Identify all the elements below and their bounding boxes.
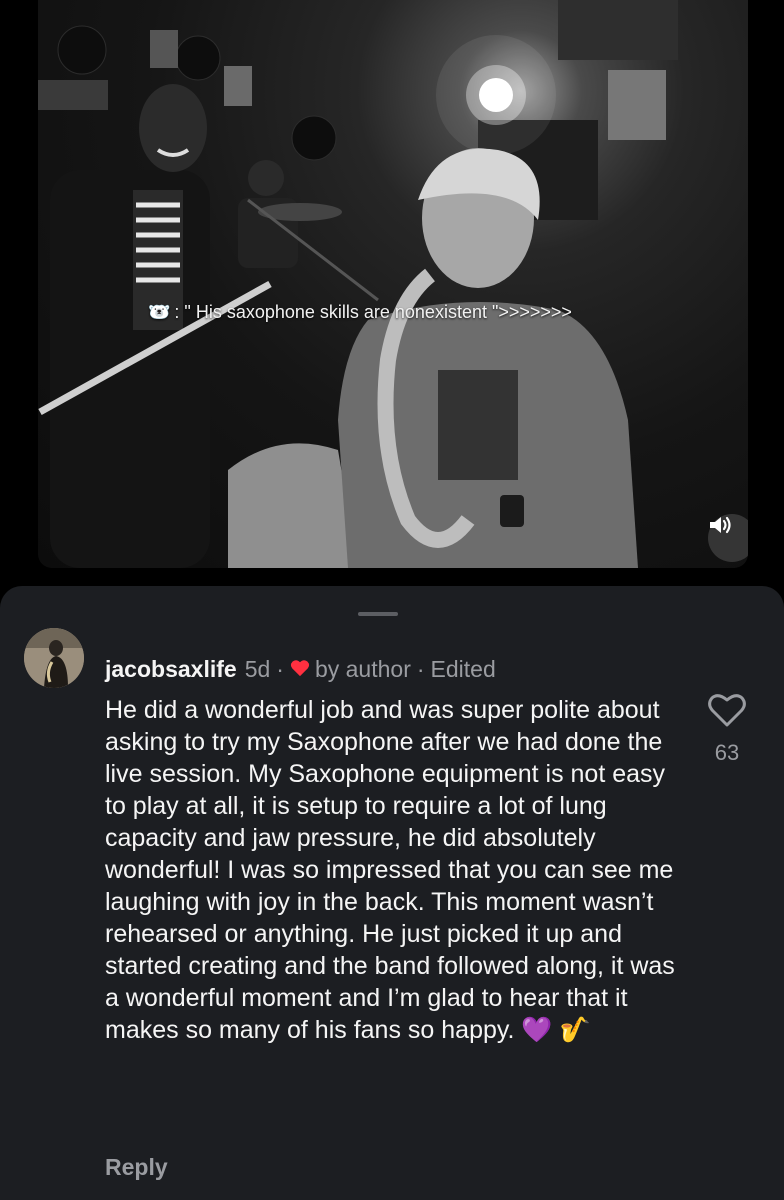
meta-separator: ·	[276, 656, 284, 682]
caption-text: : " His saxophone skills are nonexistent…	[174, 302, 572, 322]
video-player[interactable]: 🐻‍❄️ : " His saxophone skills are nonexi…	[38, 0, 748, 568]
like-button[interactable]	[707, 692, 747, 728]
author-heart-icon	[290, 657, 310, 683]
drag-handle[interactable]	[358, 612, 398, 616]
avatar-image	[24, 628, 84, 688]
video-frame	[38, 0, 678, 568]
comment-username[interactable]: jacobsaxlife	[105, 656, 237, 683]
speaker-icon	[710, 516, 731, 534]
polar-bear-emoji: 🐻‍❄️	[148, 302, 171, 322]
comment-age: 5d	[244, 656, 271, 682]
heart-icon	[708, 694, 746, 727]
comment-text: He did a wonderful job and was super pol…	[105, 694, 690, 1046]
like-count: 63	[714, 740, 740, 765]
liked-by-author: by author	[314, 656, 411, 682]
video-caption: 🐻‍❄️ : " His saxophone skills are nonexi…	[148, 302, 572, 323]
comment-body: He did a wonderful job and was super pol…	[105, 696, 675, 1044]
purple-heart-emoji: 💜	[521, 1016, 553, 1044]
saxophone-emoji: 🎷	[559, 1016, 591, 1044]
meta-separator-2: ·	[416, 656, 425, 682]
reply-button[interactable]: Reply	[105, 1154, 168, 1181]
mute-button[interactable]	[708, 514, 748, 562]
comment-meta: jacobsaxlife 5d · by author · Edited	[105, 656, 496, 683]
avatar[interactable]	[24, 628, 84, 688]
comments-sheet: jacobsaxlife 5d · by author · Edited He …	[0, 586, 784, 1200]
edited-label: Edited	[430, 656, 496, 682]
